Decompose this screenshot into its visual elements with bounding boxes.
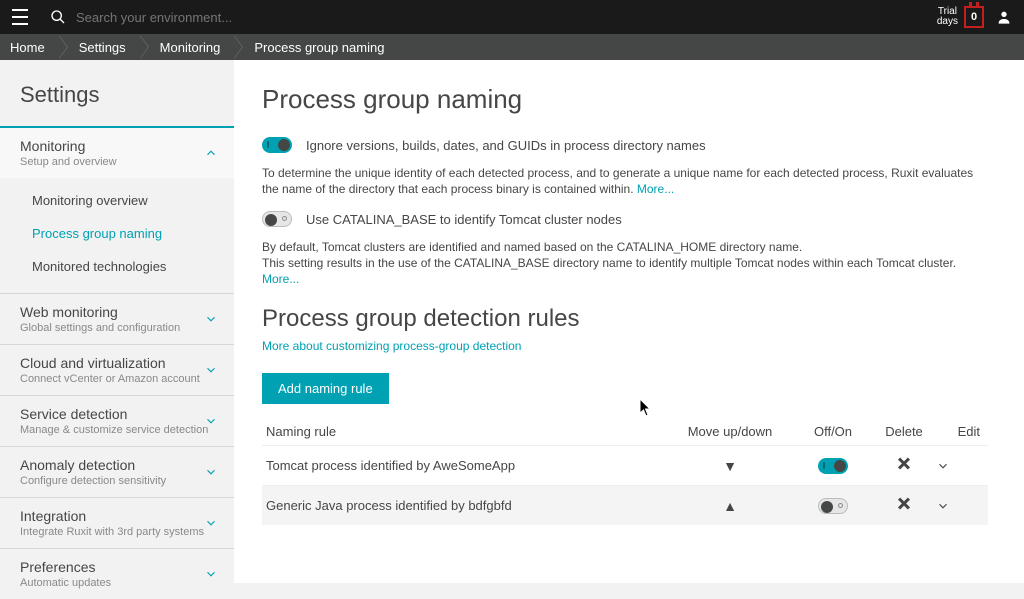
delete-icon[interactable] [896, 456, 912, 472]
sidebar-section-cloud[interactable]: Cloud and virtualization Connect vCenter… [0, 344, 234, 395]
chevron-down-icon [204, 312, 218, 326]
customize-link[interactable]: More about customizing process-group det… [262, 339, 988, 353]
chevron-down-icon [204, 414, 218, 428]
expand-icon[interactable] [936, 499, 980, 513]
rule-row: Generic Java process identified by bdfgb… [262, 485, 988, 525]
chevron-down-icon [204, 363, 218, 377]
sidebar: Settings Monitoring Setup and overview M… [0, 60, 234, 583]
sidebar-subitems: Monitoring overview Process group naming… [0, 178, 234, 293]
sidebar-item-process-group-naming[interactable]: Process group naming [0, 217, 234, 250]
main-content: Process group naming Ignore versions, bu… [234, 60, 1024, 583]
rule-toggle[interactable] [818, 498, 848, 514]
crumb-monitoring[interactable]: Monitoring [140, 34, 235, 60]
rules-header: Naming rule Move up/down Off/On Delete E… [262, 418, 988, 445]
expand-icon[interactable] [936, 459, 980, 473]
sidebar-title: Settings [0, 74, 234, 126]
rules-table: Naming rule Move up/down Off/On Delete E… [262, 418, 988, 525]
sidebar-section-monitoring[interactable]: Monitoring Setup and overview [0, 126, 234, 178]
toggle-ignore-versions-label: Ignore versions, builds, dates, and GUID… [306, 138, 706, 153]
toggle-catalina-base[interactable] [262, 211, 292, 227]
topbar: Trial days 0 [0, 0, 1024, 34]
section-title-rules: Process group detection rules [262, 305, 988, 333]
sidebar-section-web-monitoring[interactable]: Web monitoring Global settings and confi… [0, 293, 234, 344]
sidebar-item-monitoring-overview[interactable]: Monitoring overview [0, 184, 234, 217]
sidebar-section-preferences[interactable]: Preferences Automatic updates [0, 548, 234, 599]
chevron-down-icon [204, 465, 218, 479]
move-up-icon[interactable]: ▲ [723, 498, 737, 514]
desc-catalina-base: By default, Tomcat clusters are identifi… [262, 239, 988, 287]
menu-icon[interactable] [12, 9, 28, 25]
page-title: Process group naming [262, 84, 988, 115]
rule-toggle[interactable] [818, 458, 848, 474]
user-icon[interactable] [996, 9, 1012, 25]
search-input[interactable] [76, 10, 336, 25]
crumb-current: Process group naming [234, 34, 398, 60]
move-down-icon[interactable]: ▼ [723, 458, 737, 474]
chevron-down-icon [204, 516, 218, 530]
sidebar-section-integration[interactable]: Integration Integrate Ruxit with 3rd par… [0, 497, 234, 548]
desc-ignore-versions: To determine the unique identity of each… [262, 165, 988, 197]
chevron-up-icon [204, 146, 218, 160]
toggle-ignore-versions[interactable] [262, 137, 292, 153]
trial-days-badge[interactable]: 0 [964, 6, 984, 28]
crumb-settings[interactable]: Settings [59, 34, 140, 60]
rule-name: Tomcat process identified by AweSomeApp [266, 458, 666, 473]
trial-label: Trial days [937, 7, 958, 27]
rule-name: Generic Java process identified by bdfgb… [266, 498, 666, 513]
rule-row: Tomcat process identified by AweSomeApp … [262, 445, 988, 485]
crumb-home[interactable]: Home [0, 34, 59, 60]
chevron-down-icon [204, 567, 218, 581]
more-link-2[interactable]: More... [262, 272, 299, 286]
sidebar-section-service-detection[interactable]: Service detection Manage & customize ser… [0, 395, 234, 446]
delete-icon[interactable] [896, 496, 912, 512]
search-icon[interactable] [50, 9, 66, 25]
sidebar-item-monitored-technologies[interactable]: Monitored technologies [0, 250, 234, 283]
sidebar-section-anomaly-detection[interactable]: Anomaly detection Configure detection se… [0, 446, 234, 497]
toggle-catalina-base-label: Use CATALINA_BASE to identify Tomcat clu… [306, 212, 622, 227]
add-naming-rule-button[interactable]: Add naming rule [262, 373, 389, 404]
more-link-1[interactable]: More... [637, 182, 674, 196]
breadcrumb: Home Settings Monitoring Process group n… [0, 34, 1024, 60]
